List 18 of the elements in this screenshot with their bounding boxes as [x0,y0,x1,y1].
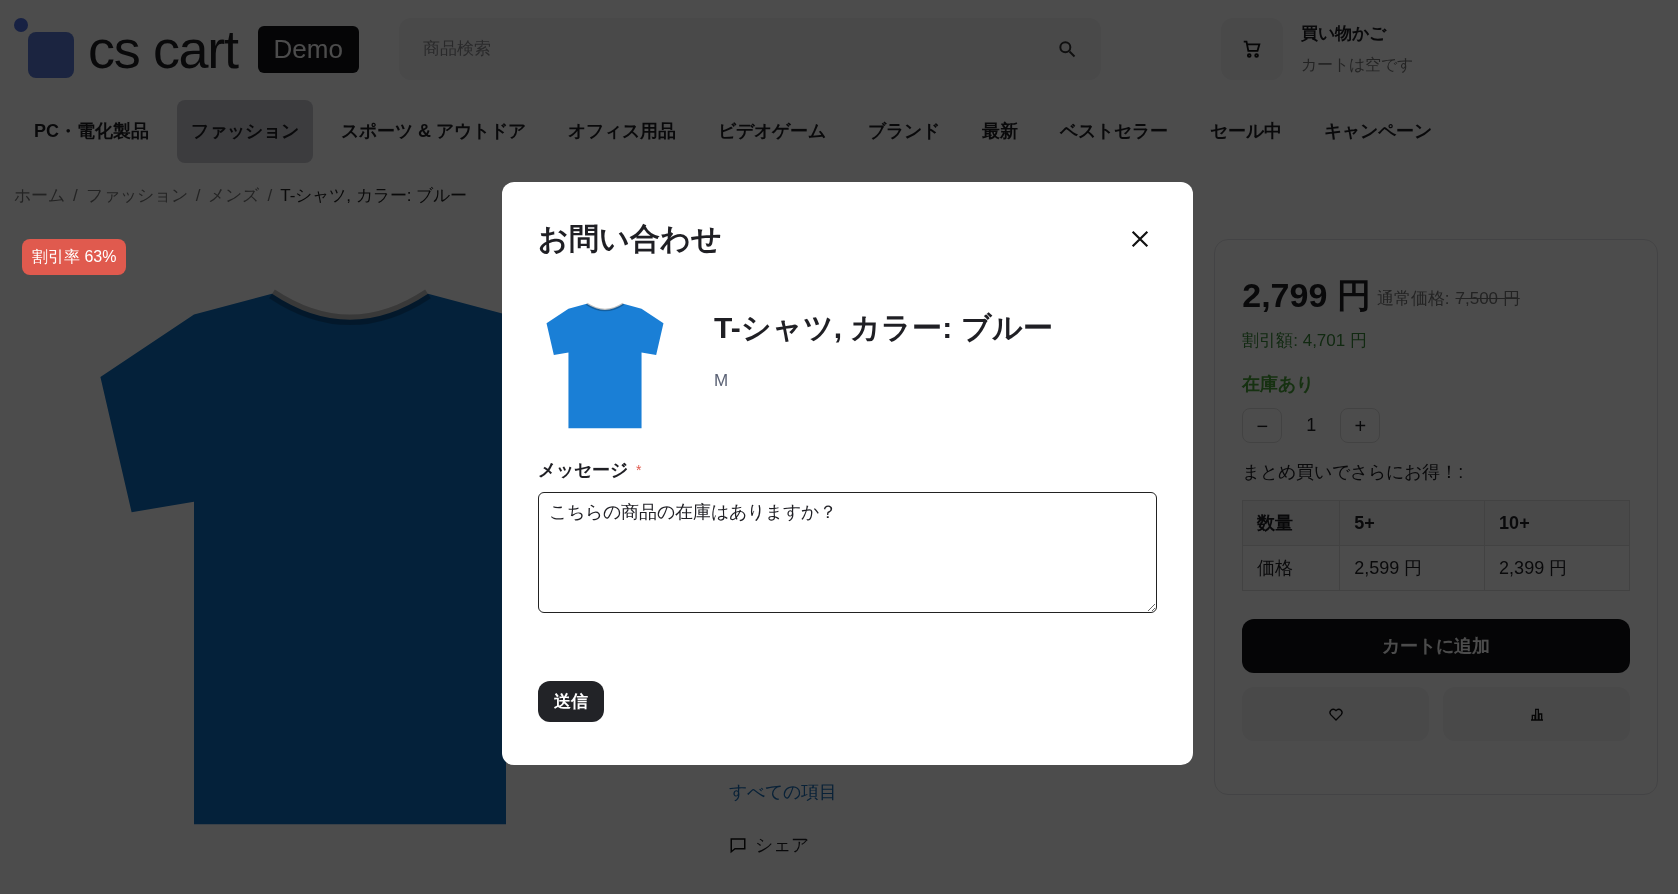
product-option: M [714,368,1053,394]
submit-button[interactable]: 送信 [538,681,604,722]
breadcrumb-separator: / [73,185,78,207]
logo-text: cs cart [88,22,238,76]
discount-badge: 割引率 63% [22,238,127,275]
message-field[interactable]: こちらの商品の在庫はありますか？ [538,492,1157,613]
breadcrumb-current: T-シャツ, カラー: ブルー [280,185,468,207]
breadcrumb-separator: / [267,185,273,207]
cart-title: 買い物かご [1300,23,1388,46]
product-name: T-シャツ, カラー: ブルー [714,310,1053,346]
bulk-discount-label: まとめ買いでさらにお得！: [1242,461,1465,484]
breadcrumb-separator: / [195,185,201,207]
dialog-title: お問い合わせ [538,221,722,257]
stock-status: 在庫あり [1242,373,1316,396]
required-mark: * [636,461,642,480]
message-label: メッセージ [538,459,628,482]
price: 2,799 円 [1242,277,1371,312]
savings-text: 割引額: 4,701 円 [1242,329,1368,352]
